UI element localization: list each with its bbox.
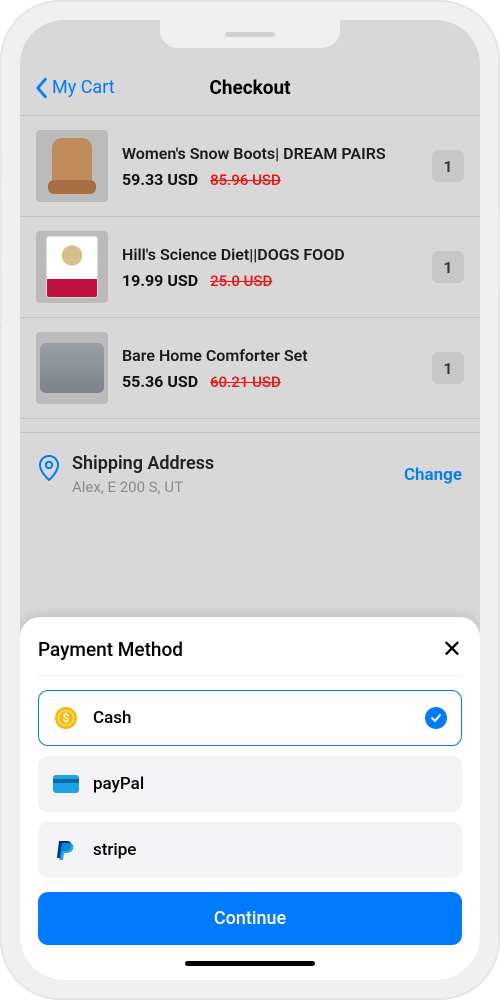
- check-icon: [425, 707, 447, 729]
- coin-icon: $: [53, 705, 79, 731]
- product-price: 55.36 USD: [122, 372, 198, 391]
- location-pin-icon: [38, 455, 60, 485]
- product-info: Bare Home Comforter Set 55.36 USD 60.21 …: [122, 346, 418, 391]
- quantity-badge[interactable]: 1: [432, 150, 464, 182]
- product-thumb: [36, 130, 108, 202]
- speaker: [225, 32, 275, 37]
- continue-button[interactable]: Continue: [38, 892, 462, 945]
- volume-up: [0, 200, 2, 255]
- back-label: My Cart: [52, 77, 115, 98]
- sheet-title: Payment Method: [38, 638, 183, 661]
- card-icon: [53, 771, 79, 797]
- volume-down: [0, 270, 2, 325]
- product-orig-price: 60.21 USD: [210, 373, 281, 391]
- product-thumb: [36, 332, 108, 404]
- product-price: 19.99 USD: [122, 271, 198, 290]
- phone-frame: My Cart Checkout Women's Snow Boots| DRE…: [0, 0, 500, 1000]
- product-thumb: [36, 231, 108, 303]
- quantity-badge[interactable]: 1: [432, 352, 464, 384]
- cart-item[interactable]: Women's Snow Boots| DREAM PAIRS 59.33 US…: [20, 116, 480, 217]
- payment-option-stripe[interactable]: stripe: [38, 822, 462, 878]
- back-button[interactable]: My Cart: [34, 77, 115, 99]
- payment-option-label: payPal: [93, 774, 144, 794]
- shipping-section: Shipping Address Alex, E 200 S, UT Chang…: [20, 433, 480, 516]
- svg-text:$: $: [63, 711, 70, 725]
- payment-sheet: Payment Method ✕ $ Cash pay: [20, 617, 480, 980]
- payment-option-cash[interactable]: $ Cash: [38, 690, 462, 746]
- product-name: Hill's Science Diet||DOGS FOOD: [122, 245, 418, 265]
- product-name: Bare Home Comforter Set: [122, 346, 418, 366]
- paypal-icon: [53, 837, 79, 863]
- product-price: 59.33 USD: [122, 170, 198, 189]
- shipping-title: Shipping Address: [72, 453, 392, 474]
- navbar: My Cart Checkout: [20, 60, 480, 116]
- product-orig-price: 85.96 USD: [210, 171, 281, 189]
- section-gap: [20, 419, 480, 433]
- screen: My Cart Checkout Women's Snow Boots| DRE…: [20, 20, 480, 980]
- cart-item[interactable]: Hill's Science Diet||DOGS FOOD 19.99 USD…: [20, 217, 480, 318]
- chevron-left-icon: [34, 77, 48, 99]
- cart-item[interactable]: Bare Home Comforter Set 55.36 USD 60.21 …: [20, 318, 480, 419]
- notch: [160, 20, 340, 48]
- product-info: Women's Snow Boots| DREAM PAIRS 59.33 US…: [122, 144, 418, 189]
- change-address-link[interactable]: Change: [404, 465, 462, 485]
- shipping-address: Alex, E 200 S, UT: [72, 478, 392, 496]
- quantity-badge[interactable]: 1: [432, 251, 464, 283]
- payment-option-label: stripe: [93, 840, 136, 860]
- close-icon[interactable]: ✕: [442, 637, 462, 661]
- product-info: Hill's Science Diet||DOGS FOOD 19.99 USD…: [122, 245, 418, 290]
- product-orig-price: 25.0 USD: [210, 272, 272, 290]
- home-indicator[interactable]: [185, 961, 315, 966]
- mute-switch: [0, 150, 2, 182]
- payment-option-paypal[interactable]: payPal: [38, 756, 462, 812]
- product-name: Women's Snow Boots| DREAM PAIRS: [122, 144, 418, 164]
- payment-option-label: Cash: [93, 708, 131, 728]
